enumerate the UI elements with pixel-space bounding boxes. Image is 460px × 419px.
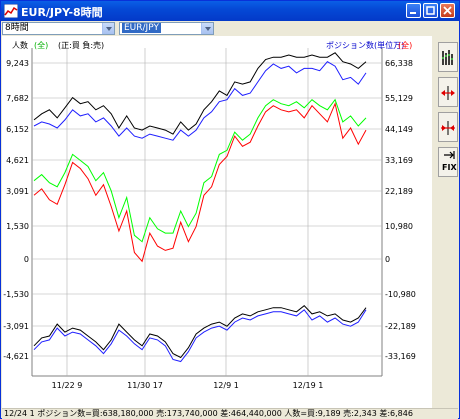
expand-horizontal-icon [441,86,455,100]
minimize-icon [410,12,416,14]
timeframe-select[interactable]: 8時間 [2,22,115,35]
left-tick-label: 6,152 [6,125,29,134]
maximize-button[interactable] [423,3,438,18]
close-button[interactable] [440,3,455,18]
right-tick-label: -10,980 [385,290,416,299]
lower-series-black-line [33,305,367,359]
chart-panel[interactable]: 人数 (全) (正:買 負:売) ポジション数(単位万) (全) 9,243 7,… [2,36,432,408]
upper-series-black-line [33,52,367,135]
app-window: EUR/JPY-8時間 8時間 EUR/JPY 人数 (全) (正:買 負:売)… [0,0,460,419]
chevron-down-icon[interactable] [102,23,114,34]
legend-position-label: ポジション数(単位万) [326,40,404,50]
currency-pair-select[interactable]: EUR/JPY [119,22,214,35]
right-tick-label: 44,149 [385,125,413,134]
maximize-icon [426,6,435,15]
right-tick-label: 33,169 [385,156,413,165]
left-tick-label: 0 [24,255,29,264]
right-tick-label: -33,169 [385,352,416,361]
x-tick-label: 11/30 17 [127,381,163,390]
left-tick-label: -3,091 [3,322,29,331]
right-tick-label: 10,980 [385,222,413,231]
fix-arrow-icon [444,151,455,159]
legend-people-mark: (全) [34,40,48,50]
upper-series-blue-line [33,61,367,141]
x-tick-label: 12/19 1 [293,381,324,390]
right-tick-label: 66,338 [385,59,413,68]
right-tick-label: 55,129 [385,94,413,103]
timeframe-value: 8時間 [5,23,29,33]
toolbar: 8時間 EUR/JPY [2,22,458,36]
left-tick-label: 9,243 [6,59,29,68]
series-layer [33,52,367,363]
close-icon [443,6,452,15]
bar-chart-icon [442,50,453,65]
status-date: 12/24 1 [4,409,35,418]
title-bar[interactable]: EUR/JPY-8時間 [1,1,459,21]
right-tick-label: 0 [385,255,390,264]
right-axis: 66,338 55,129 44,149 33,169 22,189 10,980 0 -10… [385,59,416,361]
legend-people-label: 人数 [12,40,28,50]
left-tick-label: 3,091 [6,187,29,196]
x-tick-label: 11/22 9 [52,381,83,390]
upper-series-red-line [33,102,367,263]
lower-series-blue-line [33,309,367,363]
chevron-down-icon[interactable] [201,23,213,34]
left-axis: 9,243 7,682 6,152 4,621 3,091 1,530 0 -1,530 -3,… [3,59,29,361]
position-chart[interactable]: 人数 (全) (正:買 負:売) ポジション数(単位万) (全) 9,243 7,… [2,36,432,408]
status-positions: ポジション数=買:638,180,000 売:173,740,000 差:464… [37,409,282,418]
right-tick-label: -22,189 [385,322,416,331]
left-tick-label: 4,621 [6,156,29,165]
x-axis: 11/22 9 11/30 17 12/9 1 12/19 1 [52,381,324,390]
window-title: EUR/JPY-8時間 [21,6,103,19]
left-tick-label: 7,682 [6,94,29,103]
chart-app-icon [4,4,18,18]
status-people: 人数=買:9,189 売:2,343 差:6,846 [284,409,413,418]
shrink-horizontal-button[interactable] [438,112,458,142]
left-tick-label: 1,530 [6,222,29,231]
right-tick-label: 22,189 [385,187,413,196]
x-tick-label: 12/9 1 [213,381,239,390]
bar-chart-button[interactable] [438,42,458,72]
upper-series-green-line [33,98,367,243]
legend-position-mark: (全) [398,40,412,50]
status-bar: 12/24 1 ポジション数=買:638,180,000 売:173,740,0… [2,408,458,419]
minimize-button[interactable] [406,3,421,18]
currency-pair-value: EUR/JPY [122,23,161,33]
fix-label: FIX [442,163,457,172]
legend-sell-buy: (正:買 負:売) [58,40,104,50]
expand-horizontal-button[interactable] [438,77,458,107]
left-tick-label: -4,621 [3,352,29,361]
fix-button[interactable]: FIX [438,147,458,177]
left-tick-label: -1,530 [3,290,29,299]
shrink-horizontal-icon [441,121,455,135]
